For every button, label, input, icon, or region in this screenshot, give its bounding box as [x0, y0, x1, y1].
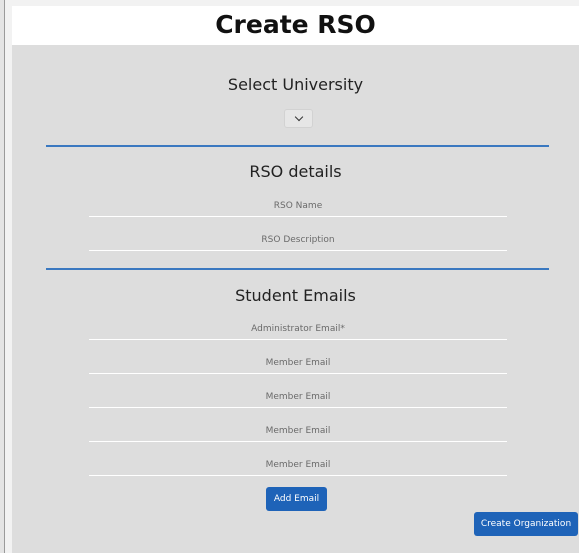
- select-university-heading: Select University: [227, 75, 364, 94]
- member-email-input[interactable]: [89, 420, 507, 442]
- rso-details-heading: RSO details: [249, 162, 342, 181]
- rso-name-input[interactable]: [89, 195, 507, 217]
- chevron-down-icon: [294, 112, 303, 122]
- section-divider: [46, 145, 549, 147]
- header: Create RSO: [12, 6, 579, 45]
- create-organization-button[interactable]: Create Organization: [474, 512, 578, 536]
- page-title: Create RSO: [215, 10, 376, 39]
- rso-description-input[interactable]: [89, 229, 507, 251]
- university-select[interactable]: [284, 109, 313, 128]
- administrator-email-input[interactable]: [89, 318, 507, 340]
- member-email-input[interactable]: [89, 454, 507, 476]
- page: Create RSO Select University RSO details…: [0, 0, 579, 553]
- section-divider: [46, 268, 549, 270]
- student-emails-heading: Student Emails: [235, 286, 356, 305]
- left-scroll-edge: [0, 0, 5, 553]
- add-email-button[interactable]: Add Email: [266, 487, 327, 511]
- member-email-input[interactable]: [89, 386, 507, 408]
- create-rso-form: Select University RSO details Student Em…: [12, 45, 579, 553]
- member-email-input[interactable]: [89, 352, 507, 374]
